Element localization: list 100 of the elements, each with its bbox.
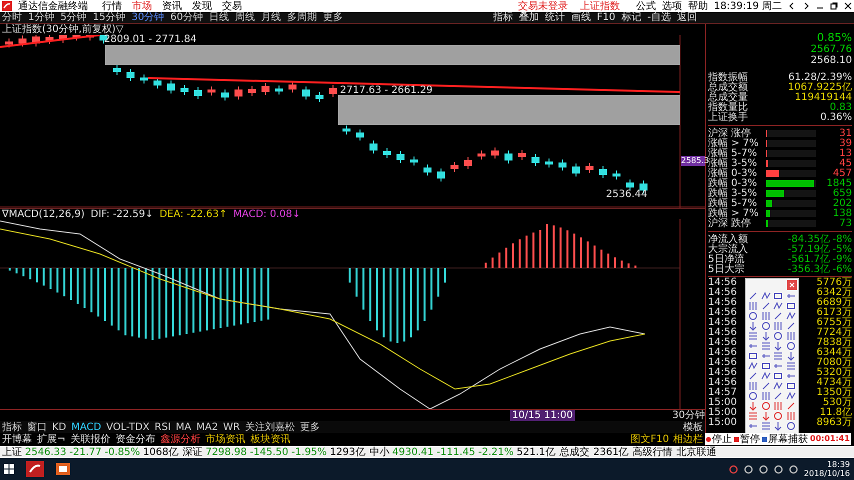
- indicator-tab[interactable]: WR: [223, 422, 240, 432]
- indicator-tab[interactable]: RSI: [154, 422, 171, 432]
- period-tab[interactable]: 15分钟: [92, 12, 126, 23]
- drawing-tool-icon[interactable]: [760, 391, 770, 401]
- recorder-button[interactable]: 屏幕捕获: [762, 434, 808, 444]
- trend-line[interactable]: [0, 35, 100, 48]
- drawing-tool-icon[interactable]: [760, 341, 770, 351]
- info-tab[interactable]: 板块资讯: [250, 434, 290, 445]
- macd-bar: [186, 268, 188, 334]
- menu-tab[interactable]: 行情: [102, 0, 122, 12]
- recorder-button[interactable]: 暂停: [734, 434, 760, 444]
- trend-line[interactable]: [148, 77, 680, 93]
- drawing-tool-icon[interactable]: [760, 351, 770, 361]
- drawing-tool-icon[interactable]: [748, 381, 758, 391]
- tool-button[interactable]: 指标: [492, 12, 513, 23]
- template-button[interactable]: 模板: [683, 422, 703, 432]
- period-tab[interactable]: 1分钟: [28, 12, 54, 23]
- flow-share: -9%: [832, 254, 852, 264]
- dif-value: DIF: -22.59↓: [90, 208, 154, 220]
- info-tab[interactable]: 扩展¬: [37, 434, 66, 445]
- macd-bar: [16, 268, 18, 274]
- drawing-tool-icon[interactable]: [748, 421, 758, 431]
- tick-time: 14:56: [708, 366, 737, 378]
- period-tab[interactable]: 分时: [2, 12, 22, 23]
- recorder-button[interactable]: 停止: [706, 434, 732, 444]
- info-tab[interactable]: 资金分布: [115, 434, 156, 445]
- period-tab[interactable]: 更多: [322, 12, 343, 23]
- drawing-tool-icon[interactable]: [748, 401, 758, 411]
- info-tab[interactable]: 开博幕: [2, 434, 32, 445]
- tool-button[interactable]: 标记: [621, 12, 642, 23]
- menu-tab[interactable]: 交易: [222, 0, 242, 12]
- period-tab[interactable]: 5分钟: [60, 12, 87, 23]
- indicator-tab[interactable]: KD: [52, 422, 66, 432]
- drawing-tool-icon[interactable]: [748, 331, 758, 341]
- tool-button[interactable]: 画线: [570, 12, 591, 23]
- drawing-tool-icon[interactable]: [748, 321, 758, 331]
- drawing-tool-icon[interactable]: [786, 371, 796, 381]
- breadth-label: 跌幅 0-3%: [708, 178, 758, 188]
- tool-button[interactable]: 叠加: [518, 12, 539, 23]
- drawing-tool-icon[interactable]: [760, 331, 770, 341]
- presentation-taskbar-icon[interactable]: [56, 463, 70, 475]
- period-tab[interactable]: 日线: [208, 12, 229, 23]
- indicator-tab[interactable]: 窗口: [27, 422, 47, 432]
- drawing-tool-icon[interactable]: [773, 361, 783, 371]
- back-icon[interactable]: [788, 2, 796, 10]
- candlestick: [275, 85, 283, 95]
- period-tab[interactable]: 多周期: [286, 12, 317, 23]
- top-link[interactable]: 公式: [636, 0, 656, 12]
- drawing-tool-icon[interactable]: [760, 311, 770, 321]
- drawing-tool-icon[interactable]: [786, 361, 796, 371]
- drawing-tool-icon[interactable]: [786, 411, 796, 421]
- drawing-tool-icon[interactable]: [748, 341, 758, 351]
- menu-tab[interactable]: 资讯: [162, 0, 182, 12]
- indicator-tab[interactable]: 指标: [2, 422, 22, 432]
- status-link[interactable]: 北京联通: [676, 446, 717, 458]
- notice-link[interactable]: 上证指数: [580, 0, 620, 12]
- app-taskbar-icon[interactable]: [26, 461, 44, 477]
- notice-link[interactable]: 交易未登录: [518, 0, 568, 12]
- drawing-tool-icon[interactable]: [773, 401, 783, 411]
- drawing-tool-icon[interactable]: [786, 291, 796, 301]
- tool-button[interactable]: 统计: [544, 12, 565, 23]
- restore-icon[interactable]: [830, 2, 838, 10]
- close-icon[interactable]: [844, 2, 852, 10]
- indicator-tab[interactable]: MA2: [196, 422, 218, 432]
- drawing-tool-icon[interactable]: [773, 341, 783, 351]
- info-tab[interactable]: 关联报价: [70, 434, 110, 445]
- info-tab[interactable]: 鑫源分析: [160, 434, 200, 445]
- drawing-tool-icon[interactable]: [786, 351, 796, 361]
- tool-button[interactable]: 返回: [677, 12, 697, 23]
- drawing-tool-icon[interactable]: [760, 421, 770, 431]
- top-link[interactable]: 选项: [662, 0, 682, 12]
- candlestick: [545, 158, 553, 168]
- side-link[interactable]: 图文F10: [630, 434, 669, 445]
- menu-tab[interactable]: 发现: [192, 0, 212, 12]
- period-tab[interactable]: 60分钟: [170, 12, 203, 23]
- drawing-tool-icon[interactable]: [786, 331, 796, 341]
- indicator-tab[interactable]: VOL-TDX: [106, 422, 150, 432]
- drawing-tool-icon[interactable]: [748, 301, 758, 311]
- status-link[interactable]: 高级行情: [632, 446, 673, 458]
- indicator-tab[interactable]: MACD: [71, 422, 102, 432]
- tool-button[interactable]: -自选: [647, 12, 671, 23]
- period-tab[interactable]: 周线: [234, 12, 255, 23]
- windows-start-icon[interactable]: [4, 464, 14, 474]
- taskbar-date: 2018/10/16: [804, 469, 850, 478]
- tool-button[interactable]: F10: [596, 12, 616, 23]
- drawing-tool-icon[interactable]: [748, 411, 758, 421]
- menu-tab[interactable]: 市场: [132, 0, 152, 12]
- indicator-tab[interactable]: MA: [176, 422, 192, 432]
- forward-icon[interactable]: [802, 2, 810, 10]
- side-link[interactable]: 相边栏: [673, 434, 703, 445]
- top-link[interactable]: 帮助: [688, 0, 708, 12]
- period-tab[interactable]: 30分钟: [131, 12, 164, 23]
- drawing-tool-icon[interactable]: [773, 421, 783, 431]
- indicator-tab[interactable]: 关注刘嘉松: [244, 422, 295, 432]
- drawing-tool-icon[interactable]: [760, 411, 770, 421]
- drawing-tool-icon[interactable]: [773, 321, 783, 331]
- drawing-tool-icon[interactable]: [773, 351, 783, 361]
- info-tab[interactable]: 市场资讯: [205, 434, 246, 445]
- indicator-tab[interactable]: 更多: [300, 422, 320, 432]
- period-tab[interactable]: 月线: [260, 12, 281, 23]
